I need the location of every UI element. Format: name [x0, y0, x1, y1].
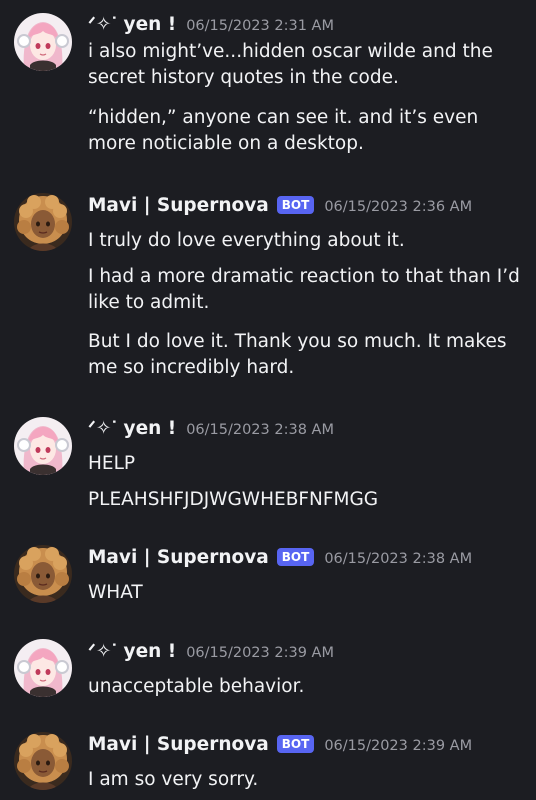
message-text: i also might’ve...hidden oscar wilde and…	[88, 41, 493, 88]
message-text: I had a more dramatic reaction to that t…	[88, 266, 520, 313]
avatar[interactable]	[14, 545, 72, 603]
timestamp: 06/15/2023 2:38 AM	[186, 422, 334, 438]
message-header: Mavi | Supernova BOT 06/15/2023 2:38 AM	[88, 547, 472, 573]
username[interactable]: Mavi | Supernova	[88, 734, 269, 755]
curly-hair-avatar-icon	[14, 545, 72, 603]
message-text: WHAT	[88, 582, 143, 603]
curly-hair-avatar-icon	[14, 732, 72, 790]
timestamp: 06/15/2023 2:31 AM	[186, 18, 334, 34]
avatar[interactable]	[14, 193, 72, 251]
avatar[interactable]	[14, 13, 72, 71]
message-header: ᐟ✧ᐝ yen ! 06/15/2023 2:39 AM	[88, 641, 334, 667]
message-text: I am so very sorry.	[88, 769, 259, 790]
username[interactable]: ᐟ✧ᐝ yen !	[88, 14, 176, 35]
timestamp: 06/15/2023 2:38 AM	[324, 551, 473, 567]
message-header: ᐟ✧ᐝ yen ! 06/15/2023 2:38 AM	[88, 418, 334, 444]
username[interactable]: ᐟ✧ᐝ yen !	[88, 418, 176, 439]
message-header: Mavi | Supernova BOT 06/15/2023 2:36 AM	[88, 195, 472, 221]
message-header: ᐟ✧ᐝ yen ! 06/15/2023 2:31 AM	[88, 14, 334, 40]
username[interactable]: ᐟ✧ᐝ yen !	[88, 641, 176, 662]
timestamp: 06/15/2023 2:36 AM	[324, 199, 473, 215]
anime-girl-avatar-icon	[14, 13, 72, 71]
message-text: But I do love it. Thank you so much. It …	[88, 331, 507, 378]
message-text: “hidden,” anyone can see it. and it’s ev…	[88, 107, 479, 154]
message-text: unacceptable behavior.	[88, 676, 305, 697]
message-header: Mavi | Supernova BOT 06/15/2023 2:39 AM	[88, 734, 472, 760]
timestamp: 06/15/2023 2:39 AM	[324, 738, 473, 754]
message-text: HELP	[88, 453, 136, 474]
avatar[interactable]	[14, 417, 72, 475]
anime-girl-avatar-icon	[14, 417, 72, 475]
bot-badge: BOT	[276, 548, 315, 566]
bot-badge: BOT	[276, 196, 315, 214]
curly-hair-avatar-icon	[14, 193, 72, 251]
anime-girl-avatar-icon	[14, 639, 72, 697]
timestamp: 06/15/2023 2:39 AM	[186, 645, 334, 661]
username[interactable]: Mavi | Supernova	[88, 547, 269, 568]
bot-badge: BOT	[276, 735, 315, 753]
avatar[interactable]	[14, 732, 72, 790]
avatar[interactable]	[14, 639, 72, 697]
username[interactable]: Mavi | Supernova	[88, 195, 269, 216]
message-text: I truly do love everything about it.	[88, 230, 405, 251]
message-text: PLEAHSHFJDJWGWHEBFNFMGG	[88, 489, 379, 510]
